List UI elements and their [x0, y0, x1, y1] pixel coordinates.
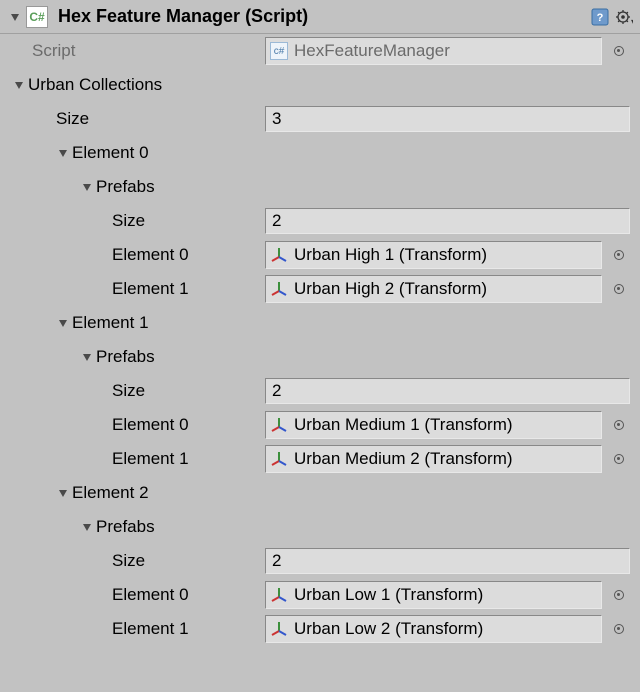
element-0-prefabs-foldout[interactable]: Prefabs — [0, 170, 640, 204]
prefabs-label: Prefabs — [96, 347, 155, 367]
element-1-prefabs-size-row: Size — [0, 374, 640, 408]
element-1-item-0-row: Element 0 Urban Medium 1 (Transform) — [0, 408, 640, 442]
urban-collections-foldout[interactable]: Urban Collections — [0, 68, 640, 102]
object-picker-icon[interactable] — [608, 40, 630, 62]
urban-collections-size-row: Size — [0, 102, 640, 136]
object-picker-icon[interactable] — [608, 414, 630, 436]
transform-object-field[interactable]: Urban High 2 (Transform) — [265, 275, 602, 303]
chevron-down-icon — [56, 316, 70, 330]
transform-icon — [270, 416, 288, 434]
chevron-down-icon — [12, 78, 26, 92]
transform-object-field[interactable]: Urban Low 2 (Transform) — [265, 615, 602, 643]
script-row: Script c# HexFeatureManager — [0, 34, 640, 68]
object-value: Urban Low 2 (Transform) — [294, 619, 483, 639]
object-picker-icon[interactable] — [608, 618, 630, 640]
size-label: Size — [56, 109, 89, 129]
object-picker-icon[interactable] — [608, 584, 630, 606]
element-2-prefabs-foldout[interactable]: Prefabs — [0, 510, 640, 544]
chevron-down-icon — [56, 486, 70, 500]
item-label: Element 0 — [112, 245, 189, 265]
transform-icon — [270, 450, 288, 468]
chevron-down-icon — [80, 350, 94, 364]
element-0-item-0-row: Element 0 Urban High 1 (Transform) — [0, 238, 640, 272]
gear-icon[interactable]: ▾ — [614, 7, 634, 27]
transform-object-field[interactable]: Urban Low 1 (Transform) — [265, 581, 602, 609]
element-2-item-1-row: Element 1 Urban Low 2 (Transform) — [0, 612, 640, 646]
element-1-foldout[interactable]: Element 1 — [0, 306, 640, 340]
component-foldout-icon[interactable] — [8, 10, 22, 24]
object-value: Urban High 2 (Transform) — [294, 279, 487, 299]
element-2-foldout[interactable]: Element 2 — [0, 476, 640, 510]
object-value: Urban Medium 1 (Transform) — [294, 415, 513, 435]
size-label: Size — [112, 551, 145, 571]
element-0-prefabs-size-row: Size — [0, 204, 640, 238]
element-1-prefabs-foldout[interactable]: Prefabs — [0, 340, 640, 374]
prefabs-label: Prefabs — [96, 517, 155, 537]
script-object-field: c# HexFeatureManager — [265, 37, 602, 65]
transform-object-field[interactable]: Urban High 1 (Transform) — [265, 241, 602, 269]
component-header: C# Hex Feature Manager (Script) ? ▾ — [0, 0, 640, 34]
transform-icon — [270, 280, 288, 298]
object-picker-icon[interactable] — [608, 244, 630, 266]
inspector-panel: C# Hex Feature Manager (Script) ? ▾ Scri… — [0, 0, 640, 692]
item-label: Element 0 — [112, 585, 189, 605]
size-input[interactable] — [265, 208, 630, 234]
transform-icon — [270, 586, 288, 604]
item-label: Element 1 — [112, 279, 189, 299]
urban-collections-label: Urban Collections — [28, 75, 162, 95]
object-picker-icon[interactable] — [608, 448, 630, 470]
element-2-prefabs-size-row: Size — [0, 544, 640, 578]
help-icon[interactable]: ? — [590, 7, 610, 27]
element-label: Element 1 — [72, 313, 149, 333]
transform-icon — [270, 246, 288, 264]
item-label: Element 1 — [112, 619, 189, 639]
chevron-down-icon — [80, 180, 94, 194]
object-value: Urban Low 1 (Transform) — [294, 585, 483, 605]
object-value: Urban High 1 (Transform) — [294, 245, 487, 265]
size-input[interactable] — [265, 548, 630, 574]
element-label: Element 0 — [72, 143, 149, 163]
object-picker-icon[interactable] — [608, 278, 630, 300]
element-0-item-1-row: Element 1 Urban High 2 (Transform) — [0, 272, 640, 306]
element-label: Element 2 — [72, 483, 149, 503]
size-label: Size — [112, 211, 145, 231]
prefabs-label: Prefabs — [96, 177, 155, 197]
item-label: Element 1 — [112, 449, 189, 469]
svg-text:▾: ▾ — [631, 17, 633, 26]
size-input[interactable] — [265, 378, 630, 404]
chevron-down-icon — [56, 146, 70, 160]
element-1-item-1-row: Element 1 Urban Medium 2 (Transform) — [0, 442, 640, 476]
csharp-mini-icon: c# — [270, 42, 288, 60]
element-2-item-0-row: Element 0 Urban Low 1 (Transform) — [0, 578, 640, 612]
transform-object-field[interactable]: Urban Medium 2 (Transform) — [265, 445, 602, 473]
script-label: Script — [32, 41, 75, 61]
transform-object-field[interactable]: Urban Medium 1 (Transform) — [265, 411, 602, 439]
element-0-foldout[interactable]: Element 0 — [0, 136, 640, 170]
item-label: Element 0 — [112, 415, 189, 435]
svg-text:?: ? — [597, 12, 604, 24]
urban-collections-size-input[interactable] — [265, 106, 630, 132]
component-title: Hex Feature Manager (Script) — [58, 6, 586, 27]
chevron-down-icon — [80, 520, 94, 534]
csharp-script-icon: C# — [26, 6, 48, 28]
size-label: Size — [112, 381, 145, 401]
script-value: HexFeatureManager — [294, 41, 450, 61]
transform-icon — [270, 620, 288, 638]
object-value: Urban Medium 2 (Transform) — [294, 449, 513, 469]
